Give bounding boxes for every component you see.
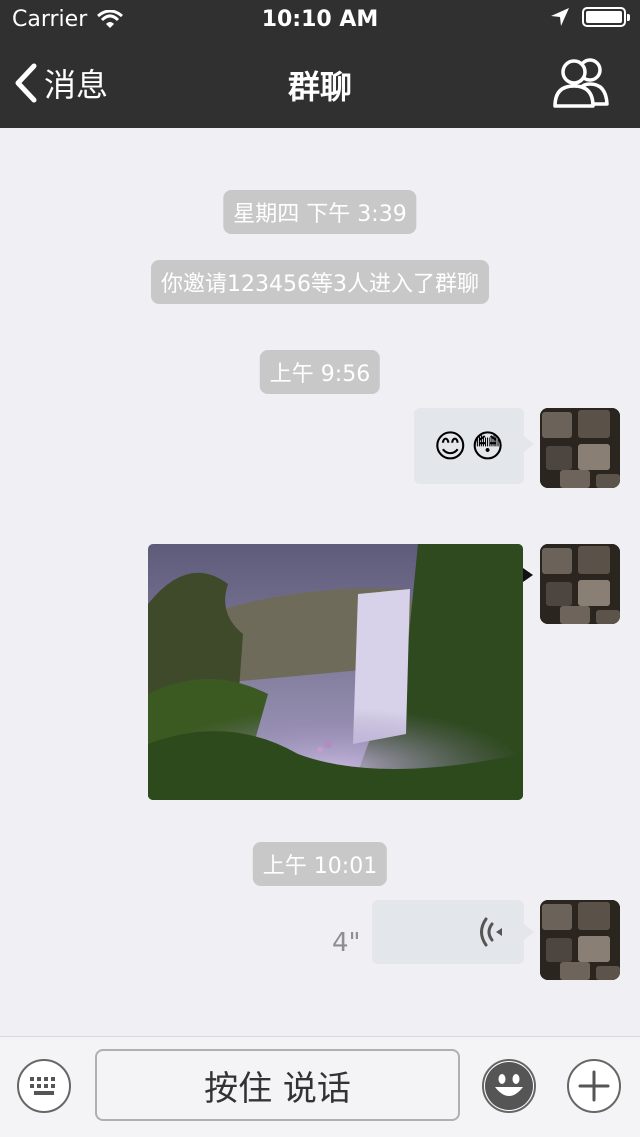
system-notice: 你邀请123456等3人进入了群聊 bbox=[151, 260, 489, 304]
smiley-face-icon bbox=[485, 1062, 533, 1110]
hold-to-talk-button[interactable]: 按住 说话 bbox=[95, 1049, 460, 1121]
avatar[interactable] bbox=[540, 408, 620, 488]
page-title: 群聊 bbox=[287, 68, 352, 106]
emoji-message-bubble[interactable]: 😊 😳 bbox=[414, 408, 534, 484]
keyboard-photo-avatar bbox=[540, 408, 620, 488]
flushed-face-emoji: 😳 bbox=[471, 427, 505, 465]
status-time: 10:10 AM bbox=[261, 7, 379, 32]
waterfall-photo bbox=[148, 544, 523, 800]
keyboard-photo-avatar bbox=[540, 544, 620, 624]
timestamp: 上午 9:56 bbox=[259, 350, 381, 394]
smiling-face-emoji: 😊 bbox=[433, 427, 467, 465]
avatar[interactable] bbox=[540, 544, 620, 624]
timestamp: 上午 10:01 bbox=[252, 842, 388, 886]
status-bar: Carrier 10:10 AM bbox=[0, 0, 640, 40]
battery-icon bbox=[582, 7, 630, 27]
photo-bubble-tail bbox=[523, 568, 533, 582]
keyboard-toggle-button[interactable] bbox=[17, 1059, 71, 1113]
avatar[interactable] bbox=[540, 900, 620, 980]
location-arrow-icon bbox=[551, 8, 569, 26]
image-message[interactable] bbox=[148, 544, 523, 800]
emoji-button[interactable] bbox=[482, 1059, 536, 1113]
group-people-icon bbox=[553, 58, 609, 108]
group-members-button[interactable] bbox=[552, 56, 610, 112]
nav-bar: 消息 群聊 bbox=[0, 40, 640, 128]
keyboard-photo-avatar bbox=[540, 900, 620, 980]
input-toolbar: 按住 说话 bbox=[0, 1036, 640, 1137]
voice-wave-icon bbox=[480, 917, 502, 947]
voice-message-bubble[interactable] bbox=[372, 900, 534, 964]
plus-icon bbox=[578, 1070, 610, 1102]
voice-duration: 4" bbox=[332, 928, 361, 958]
keyboard-icon bbox=[30, 1077, 55, 1095]
more-button[interactable] bbox=[567, 1059, 621, 1113]
timestamp: 星期四 下午 3:39 bbox=[223, 190, 417, 234]
